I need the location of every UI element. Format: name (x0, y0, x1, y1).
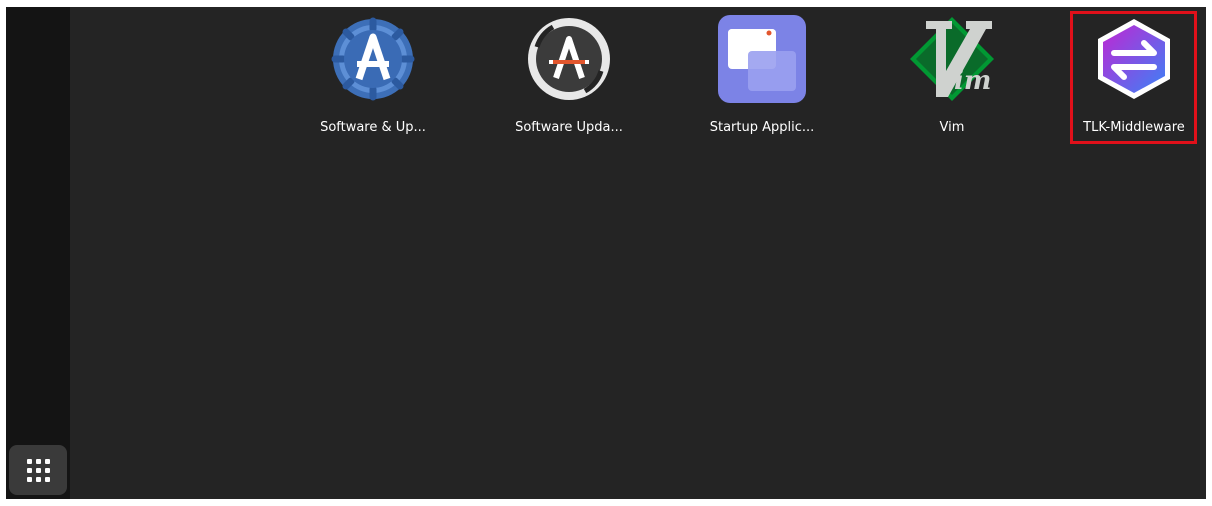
app-label: Vim (939, 120, 965, 135)
highlight-box (1070, 11, 1197, 144)
svg-text:im: im (954, 66, 991, 96)
software-updater-icon (525, 15, 613, 103)
app-software-updater[interactable]: Software Upda... (494, 7, 644, 147)
software-properties-icon (329, 15, 417, 103)
show-applications-button[interactable] (9, 445, 67, 495)
app-startup-applications[interactable]: Startup Applic... (687, 7, 837, 147)
startup-applications-icon (718, 15, 806, 103)
app-label: Startup Applic... (709, 120, 815, 135)
app-grid-icon (26, 458, 50, 482)
vim-icon: im (908, 15, 996, 103)
app-software-and-updates[interactable]: Software & Up... (298, 7, 448, 147)
dock (6, 7, 70, 499)
app-vim[interactable]: im Vim (877, 7, 1027, 147)
app-grid-overview: Software & Up... Software Upda... Startu… (6, 7, 1206, 499)
app-label: Software Upda... (515, 120, 623, 135)
app-label: Software & Up... (320, 120, 426, 135)
